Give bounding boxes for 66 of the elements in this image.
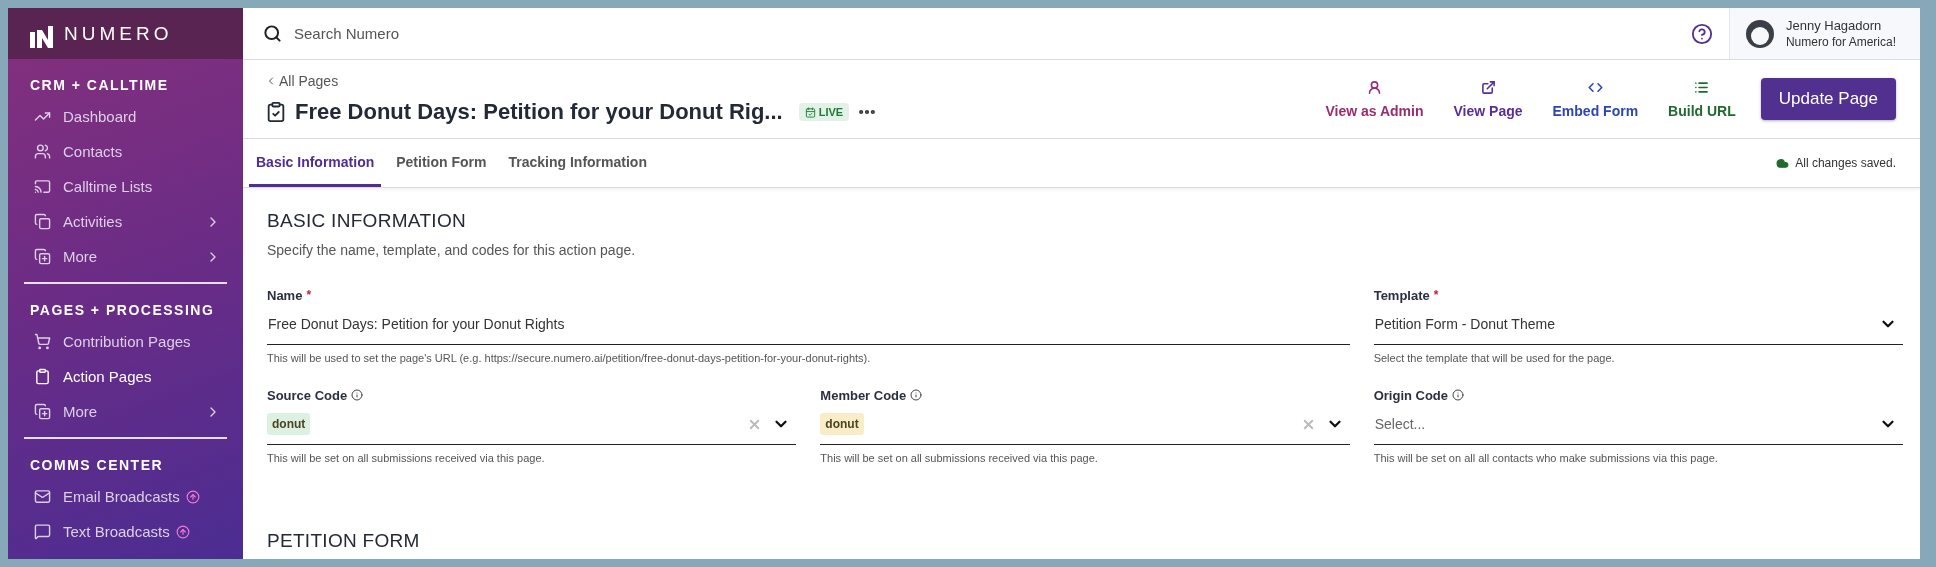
help-icon[interactable] xyxy=(1690,22,1713,45)
clipboard-check-icon xyxy=(265,101,287,123)
field-label: Source Code xyxy=(267,387,348,403)
section-heading: PETITION FORM xyxy=(267,530,421,552)
user-icon xyxy=(1366,79,1382,95)
add-stack-icon xyxy=(34,248,51,265)
help-text: This will be used to set the page's URL (e.g. https://secure.numero.ai/petition/free-donut-days-petition-for-your-donut-rights). xyxy=(267,352,872,364)
tab[interactable]: Petition Form xyxy=(389,139,494,187)
organization-name: Numero for America! xyxy=(1785,35,1896,49)
tag-select-field[interactable]: donut xyxy=(267,404,797,445)
help-text: This will be set on all all contacts who make submissions via this page. xyxy=(1373,452,1719,464)
people-icon xyxy=(34,143,51,160)
sidebar-item[interactable]: Text Broadcasts xyxy=(24,514,227,549)
action-link[interactable]: Embed Form xyxy=(1537,79,1654,119)
cart-icon xyxy=(34,333,51,350)
tab[interactable]: Basic Information xyxy=(249,139,382,187)
list-icon xyxy=(1694,79,1710,95)
back-link[interactable]: All Pages xyxy=(265,73,1311,89)
section-heading: BASIC INFORMATION xyxy=(267,210,467,232)
section-title: COMMS CENTER xyxy=(29,457,165,475)
required-mark: * xyxy=(306,288,312,302)
copy-icon xyxy=(34,213,51,230)
sidebar-item[interactable]: Calltime Lists xyxy=(24,169,227,204)
external-link-icon xyxy=(1480,79,1496,95)
cloud-icon xyxy=(1776,156,1790,170)
sidebar-item[interactable]: Activities xyxy=(24,204,227,239)
tag-select-field[interactable]: donut xyxy=(820,404,1350,445)
select-field[interactable]: Petition Form - Donut Theme xyxy=(1373,304,1903,345)
tab[interactable]: Tracking Information xyxy=(501,139,654,187)
field-label: Origin Code xyxy=(1373,387,1449,403)
mail-icon xyxy=(34,488,51,505)
field-label: Name xyxy=(267,287,303,303)
sidebar-item[interactable]: Contacts xyxy=(24,134,227,169)
section-title: PAGES + PROCESSING xyxy=(29,302,216,320)
page-title: Free Donut Days: Petition for your Donut Rig... xyxy=(295,99,783,125)
help-text: This will be set on all submissions received via this page. xyxy=(820,452,1099,464)
clipboard-icon xyxy=(34,368,51,385)
cast-icon xyxy=(34,178,51,195)
calendar-icon xyxy=(804,106,816,118)
avatar xyxy=(1745,19,1774,48)
sidebar-item[interactable]: Dashboard xyxy=(24,99,227,134)
required-mark: * xyxy=(1433,288,1439,302)
save-status: All changes saved. xyxy=(1795,156,1896,170)
search-icon xyxy=(263,24,282,43)
add-stack-icon xyxy=(34,403,51,420)
section-title: CRM + CALLTIME xyxy=(29,77,170,95)
action-link[interactable]: View Page xyxy=(1438,79,1538,119)
message-icon xyxy=(34,523,51,540)
update-page-button[interactable]: Update Page xyxy=(1760,78,1896,120)
sidebar-item[interactable]: More xyxy=(24,394,227,429)
help-text: This will be set on all submissions received via this page. xyxy=(267,452,546,464)
help-text: Select the template that will be used for the page. xyxy=(1373,352,1616,364)
user-name: Jenny Hagadorn xyxy=(1785,18,1883,33)
sidebar-item[interactable]: More xyxy=(24,239,227,274)
sidebar-item[interactable]: Action Pages xyxy=(24,359,227,394)
status-badge: LIVE xyxy=(798,103,850,121)
field-label: Template xyxy=(1373,287,1430,303)
action-link[interactable]: Build URL xyxy=(1653,79,1751,119)
logo-text: NUMERO xyxy=(64,22,173,45)
name-field[interactable]: Free Donut Days: Petition for your Donut Rights xyxy=(267,304,1350,345)
action-link[interactable]: View as Admin xyxy=(1310,79,1439,119)
sidebar-item[interactable]: Contribution Pages xyxy=(24,324,227,359)
sidebar-item[interactable]: Email Broadcasts xyxy=(24,479,227,514)
section-description: Specify the name, template, and codes for this action page. xyxy=(267,242,637,258)
select-field[interactable]: Select... xyxy=(1373,404,1903,445)
field-label: Member Code xyxy=(820,387,907,403)
